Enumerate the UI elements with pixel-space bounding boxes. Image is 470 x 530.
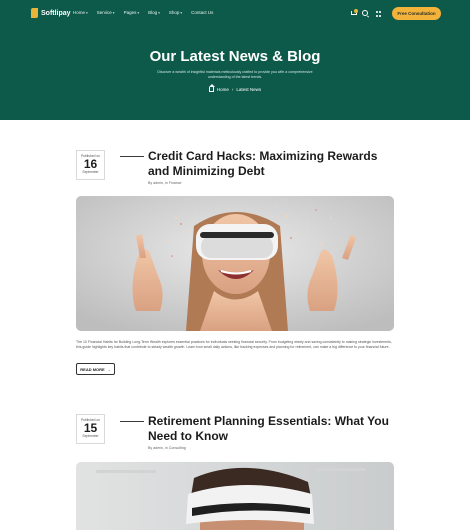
date-day: 16 bbox=[83, 157, 98, 171]
title-divider bbox=[120, 421, 144, 422]
date-month: September bbox=[82, 170, 99, 174]
hero-banner: Softlipay Home ▾ Service ▾ Pages ▾ Blog ▾ Sh… bbox=[0, 0, 470, 120]
arrow-right-icon: → bbox=[106, 366, 111, 372]
top-navigation: Softlipay Home ▾ Service ▾ Pages ▾ Blog ▾ Sh… bbox=[0, 0, 470, 28]
chevron-down-icon: ▾ bbox=[112, 10, 115, 15]
menu-label: Service bbox=[96, 10, 112, 15]
menu-item-contact[interactable]: Contact Us bbox=[191, 10, 213, 15]
read-more-label: READ MORE bbox=[80, 366, 105, 372]
chevron-down-icon: ▾ bbox=[180, 10, 183, 15]
post-image[interactable] bbox=[76, 196, 394, 331]
page-title: Our Latest News & Blog bbox=[149, 48, 321, 65]
menu-item-blog[interactable]: Blog ▾ bbox=[148, 10, 160, 15]
cart-badge bbox=[354, 9, 358, 13]
menu-label: Shop bbox=[168, 10, 180, 15]
chevron-down-icon: ▾ bbox=[137, 10, 140, 15]
breadcrumb-current: Latest News bbox=[236, 86, 262, 92]
home-icon bbox=[208, 84, 215, 92]
menu-item-service[interactable]: Service ▾ bbox=[97, 10, 115, 15]
date-box: Published on 15 September bbox=[76, 414, 105, 444]
breadcrumb: Home › Latest News bbox=[0, 84, 470, 92]
cart-icon[interactable] bbox=[350, 9, 358, 17]
main-menu: Home ▾ Service ▾ Pages ▾ Blog ▾ Shop ▾ Contac… bbox=[73, 10, 213, 15]
post-title[interactable]: Credit Card Hacks: Maximizing Rewards an… bbox=[148, 149, 393, 179]
menu-label: Blog bbox=[148, 10, 158, 15]
date-month: September bbox=[82, 434, 99, 438]
chevron-down-icon: ▾ bbox=[158, 10, 160, 15]
chevron-right-icon: › bbox=[231, 86, 234, 92]
logo-icon bbox=[31, 8, 38, 18]
date-box: Published on 16 September bbox=[76, 150, 105, 180]
brand-logo[interactable]: Softlipay bbox=[31, 8, 71, 18]
post-title[interactable]: Retirement Planning Essentials: What You… bbox=[148, 414, 393, 444]
menu-label: Home bbox=[73, 10, 86, 15]
read-more-button[interactable]: READ MORE → bbox=[76, 363, 115, 375]
post-image[interactable] bbox=[76, 462, 394, 530]
post-meta: By admin, in Finance bbox=[148, 181, 182, 185]
title-divider bbox=[120, 156, 144, 157]
menu-label: Pages bbox=[123, 10, 137, 15]
menu-item-pages[interactable]: Pages ▾ bbox=[124, 10, 140, 15]
page-subtitle: Discover a wealth of insightful material… bbox=[157, 70, 313, 79]
date-day: 15 bbox=[83, 421, 98, 435]
brand-name: Softlipay bbox=[41, 9, 71, 17]
free-consultation-button[interactable]: Free Consultation bbox=[392, 7, 441, 20]
menu-item-shop[interactable]: Shop ▾ bbox=[169, 10, 182, 15]
breadcrumb-home[interactable]: Home bbox=[217, 87, 229, 92]
menu-label: Contact Us bbox=[191, 10, 214, 15]
post-excerpt: The 10 Financial Habits for Building Lon… bbox=[76, 340, 392, 349]
post-meta: By admin, in Consulting bbox=[148, 446, 186, 450]
search-icon[interactable] bbox=[362, 10, 368, 16]
menu-item-home[interactable]: Home ▾ bbox=[73, 10, 88, 15]
chevron-down-icon: ▾ bbox=[86, 10, 88, 15]
grid-menu-icon[interactable] bbox=[376, 11, 382, 17]
